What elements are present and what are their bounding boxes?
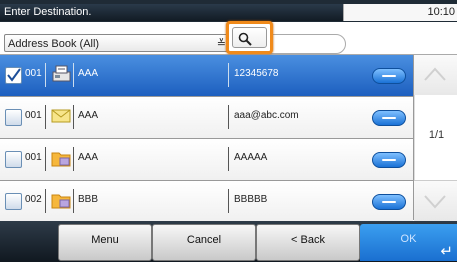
checkbox[interactable] xyxy=(5,151,22,168)
action-bar: Menu Cancel < Back OK ↵ xyxy=(0,221,457,262)
list-item[interactable]: 002 BBB BBBBB xyxy=(0,181,413,223)
page-indicator-panel: 1/1 xyxy=(414,95,457,180)
check-icon xyxy=(7,68,21,82)
chevron-down-icon xyxy=(424,195,446,209)
entry-destination: aaa@abc.com xyxy=(234,110,299,121)
chevron-down-icon: ≚ xyxy=(216,38,226,50)
address-book-select[interactable]: Address Book (All) ≚ xyxy=(4,34,230,52)
scroll-up-button[interactable] xyxy=(414,55,457,96)
page-indicator: 1/1 xyxy=(428,129,445,141)
entry-name: AAA xyxy=(78,68,99,79)
entry-number: 001 xyxy=(25,68,42,79)
email-icon xyxy=(51,109,71,123)
clock: 10:10 xyxy=(343,4,457,21)
entry-number: 001 xyxy=(25,152,42,163)
checkbox[interactable] xyxy=(5,109,22,126)
folder-icon xyxy=(51,194,71,209)
status-bar: Enter Destination. 10:10 xyxy=(0,0,457,22)
chevron-up-icon xyxy=(424,67,446,81)
entry-name: BBB xyxy=(78,194,99,205)
checkbox[interactable] xyxy=(5,67,22,84)
entry-name: AAA xyxy=(78,152,99,163)
fax-icon xyxy=(52,65,71,82)
address-book-label: Address Book (All) xyxy=(8,38,100,50)
search-button[interactable] xyxy=(226,21,273,54)
detail-button[interactable] xyxy=(372,110,406,126)
list-item[interactable]: 001 AAA 12345678 xyxy=(0,55,413,97)
detail-button[interactable] xyxy=(372,68,406,84)
entry-destination: 12345678 xyxy=(234,68,279,79)
back-button[interactable]: < Back xyxy=(256,224,360,261)
ok-button[interactable]: OK ↵ xyxy=(360,224,457,261)
detail-button[interactable] xyxy=(372,194,406,210)
menu-button[interactable]: Menu xyxy=(58,224,152,261)
enter-icon: ↵ xyxy=(440,243,453,260)
folder-icon xyxy=(51,152,71,167)
entry-destination: AAAAA xyxy=(234,152,268,163)
entry-number: 002 xyxy=(25,194,42,205)
checkbox[interactable] xyxy=(5,193,22,210)
entry-name: AAA xyxy=(78,110,99,121)
ok-label: OK xyxy=(400,233,417,245)
detail-button[interactable] xyxy=(372,152,406,168)
entry-destination: BBBBB xyxy=(234,194,268,205)
search-icon xyxy=(238,32,252,46)
cancel-button[interactable]: Cancel xyxy=(152,224,256,261)
screen-title: Enter Destination. xyxy=(0,4,343,21)
list-item[interactable]: 001 AAA AAAAA xyxy=(0,139,413,181)
list-item[interactable]: 001 AAA aaa@abc.com xyxy=(0,97,413,139)
entry-number: 001 xyxy=(25,110,42,121)
scroll-down-button[interactable] xyxy=(414,180,457,221)
